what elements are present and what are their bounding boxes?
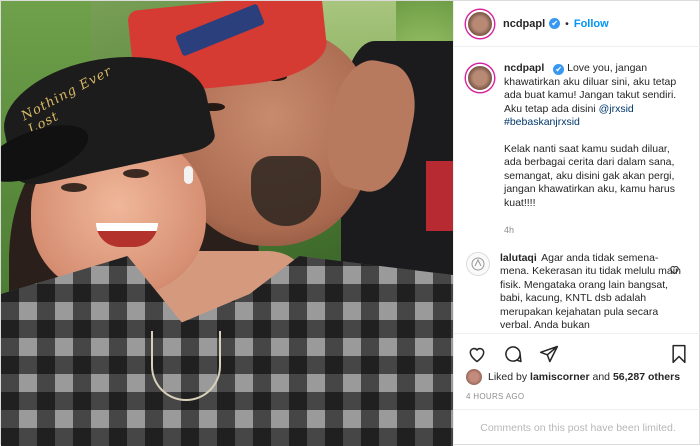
comments-limited-notice: Comments on this post have been limited. bbox=[454, 409, 700, 446]
avatar[interactable] bbox=[466, 9, 494, 38]
comment-like-icon[interactable] bbox=[669, 264, 680, 278]
post-timestamp[interactable]: 4 HOURS AGO bbox=[466, 392, 524, 401]
necklace bbox=[151, 331, 221, 401]
comment-body: lalutaqi Agar anda tidak semena-mena. Ke… bbox=[500, 252, 685, 333]
post-photo[interactable]: Nothing Ever Lost bbox=[1, 1, 453, 446]
comments-list[interactable]: ncdpapl ✔ Love you, jangan khawatirkan a… bbox=[454, 48, 700, 333]
avatar[interactable] bbox=[466, 251, 490, 276]
verified-icon: ✔ bbox=[553, 64, 565, 75]
instagram-post: Nothing Ever Lost ncdpapl ✔ • Follow ncd… bbox=[0, 0, 700, 446]
caption-timestamp[interactable]: 4h bbox=[504, 224, 689, 238]
bookmark-icon[interactable] bbox=[668, 343, 690, 365]
action-bar bbox=[454, 333, 700, 373]
caption-username[interactable]: ncdpapl bbox=[504, 62, 544, 74]
header-username[interactable]: ncdpapl bbox=[503, 18, 545, 30]
comment-username[interactable]: lalutaqi bbox=[500, 252, 537, 264]
share-icon[interactable] bbox=[538, 343, 560, 365]
post-header: ncdpapl ✔ • Follow bbox=[454, 1, 700, 47]
verified-icon: ✔ bbox=[549, 18, 561, 29]
caption-text-2: Kelak nanti saat kamu sudah diluar, ada … bbox=[504, 142, 676, 209]
avatar[interactable] bbox=[466, 369, 482, 385]
likes-summary: Liked by lamiscorner and 56,287 others bbox=[466, 369, 680, 385]
woman-eye bbox=[123, 169, 149, 178]
mention-link[interactable]: @jrxsid bbox=[599, 103, 634, 115]
liked-by-and: and bbox=[592, 371, 611, 383]
woman-eye bbox=[61, 183, 87, 192]
caption-body: ncdpapl ✔ Love you, jangan khawatirkan a… bbox=[504, 62, 689, 238]
caption: ncdpapl ✔ Love you, jangan khawatirkan a… bbox=[466, 62, 690, 238]
follow-button[interactable]: Follow bbox=[574, 18, 609, 30]
post-side-panel: ncdpapl ✔ • Follow ncdpapl ✔ Love you, j… bbox=[453, 1, 700, 446]
liked-by-prefix: Liked by bbox=[488, 371, 528, 383]
man-red-shirt bbox=[426, 161, 453, 231]
liked-by-user[interactable]: lamiscorner bbox=[530, 371, 590, 383]
comment-icon[interactable] bbox=[502, 343, 524, 365]
likes-count[interactable]: 56,287 others bbox=[613, 371, 680, 383]
like-icon[interactable] bbox=[466, 343, 488, 365]
man-goatee bbox=[251, 156, 321, 226]
avatar[interactable] bbox=[466, 64, 494, 92]
hashtag-link[interactable]: #bebaskanjrxsid bbox=[504, 116, 580, 128]
earbud bbox=[184, 166, 193, 184]
separator-dot: • bbox=[565, 17, 569, 30]
comment-avatar-icon bbox=[471, 257, 485, 270]
list-item: lalutaqi Agar anda tidak semena-mena. Ke… bbox=[466, 251, 690, 333]
